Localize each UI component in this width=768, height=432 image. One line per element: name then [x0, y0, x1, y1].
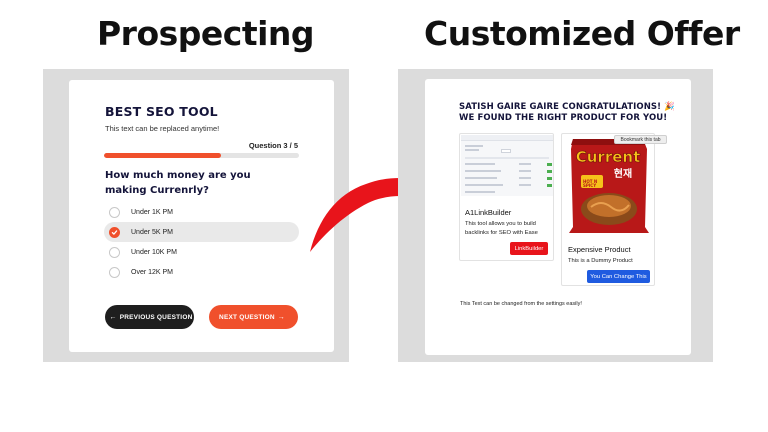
- answer-option-4[interactable]: Over 12K PM: [104, 262, 299, 282]
- previous-question-button[interactable]: ← PREVIOUS QUESTION: [105, 305, 194, 329]
- quiz-title: BEST SEO TOOL: [105, 104, 218, 119]
- question-counter: Question 3 / 5: [248, 141, 298, 150]
- package-brand-text: Current: [576, 148, 641, 166]
- answer-option-label: Over 12K PM: [131, 268, 174, 276]
- radio-icon[interactable]: [109, 266, 120, 278]
- answer-option-3[interactable]: Under 10K PM: [104, 242, 299, 262]
- offer-title: SATISH GAIRE GAIRE CONGRATULATIONS! 🎉 WE…: [459, 102, 675, 124]
- arrow-right-icon: →: [277, 313, 285, 321]
- next-question-button[interactable]: NEXT QUESTION →: [209, 305, 298, 329]
- answer-option-label: Under 5K PM: [131, 228, 174, 236]
- product-name: Expensive Product: [568, 245, 631, 254]
- radio-checked-icon[interactable]: [109, 226, 120, 238]
- product-name: A1LinkBuilder: [465, 208, 512, 217]
- quiz-progress-fill: [104, 153, 221, 158]
- offer-footnote: This Text can be changed from the settin…: [460, 301, 582, 307]
- offer-title-line1: SATISH GAIRE GAIRE CONGRATULATIONS!: [459, 102, 662, 112]
- linkbuilder-app-screenshot: [461, 135, 553, 196]
- party-popper-icon: 🎉: [664, 102, 675, 112]
- bookmark-tooltip: Bookmark this tab: [614, 135, 667, 144]
- noodle-package-image: HOT N SPICY Current 현재: [569, 139, 649, 233]
- next-question-label: NEXT QUESTION: [219, 313, 275, 321]
- quiz-question: How much money are you making Currenrly?: [105, 170, 251, 196]
- quiz-subtitle: This text can be replaced anytime!: [105, 124, 220, 133]
- svg-text:SPICY: SPICY: [583, 183, 596, 188]
- linkbuilder-button[interactable]: LinkBuilder: [510, 242, 548, 255]
- product-description: This tool allows you to build backlinks …: [465, 221, 538, 236]
- answer-option-label: Under 1K PM: [131, 208, 174, 216]
- arrow-left-icon: ←: [109, 313, 117, 321]
- answer-option-label: Under 10K PM: [131, 248, 177, 256]
- product-description: This is a Dummy Product: [568, 258, 633, 264]
- package-korean-text: 현재: [614, 167, 632, 180]
- radio-icon[interactable]: [109, 246, 120, 258]
- customized-offer-heading: Customized Offer: [424, 14, 740, 53]
- previous-question-label: PREVIOUS QUESTION: [119, 313, 193, 321]
- change-this-button[interactable]: You Can Change This: [587, 270, 650, 283]
- answer-option-1[interactable]: Under 1K PM: [104, 202, 299, 222]
- radio-icon[interactable]: [109, 206, 120, 218]
- answer-option-2[interactable]: Under 5K PM: [104, 222, 299, 242]
- offer-title-line2: WE FOUND THE RIGHT PRODUCT FOR YOU!: [459, 113, 668, 123]
- quiz-progress-bar: [104, 153, 299, 158]
- prospecting-heading: Prospecting: [97, 14, 315, 53]
